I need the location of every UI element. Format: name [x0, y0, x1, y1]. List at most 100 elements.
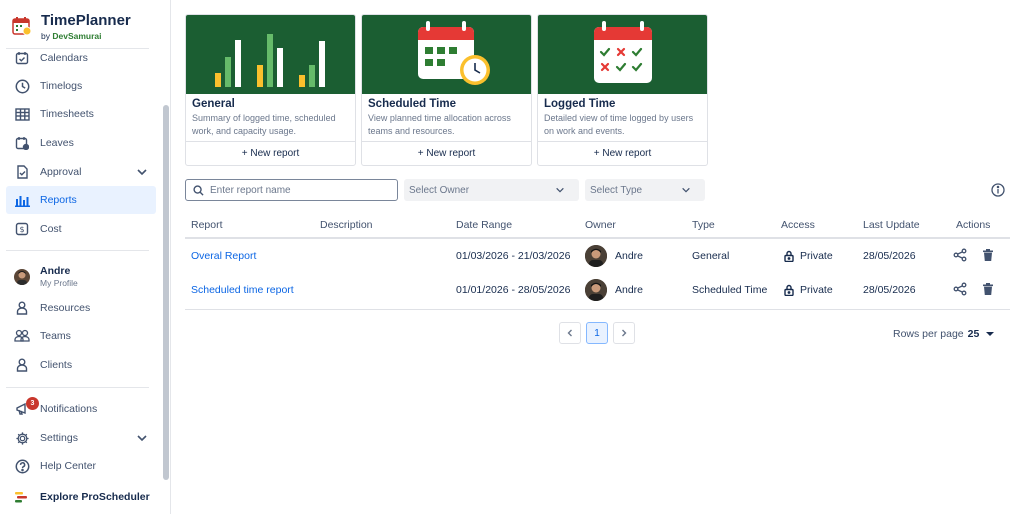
- sidebar-item-leaves[interactable]: Leaves: [6, 129, 156, 157]
- info-icon[interactable]: [991, 183, 1005, 197]
- team-icon: [14, 328, 30, 344]
- notification-count-badge: 3: [26, 397, 39, 410]
- card-description: Detailed view of time logged by users on…: [544, 113, 694, 136]
- lock-icon: [784, 284, 794, 296]
- trash-icon[interactable]: [981, 282, 995, 296]
- sidebar-item-label: Approval: [40, 166, 82, 178]
- sidebar-item-label: Resources: [40, 302, 91, 314]
- calendar-check-icon: [14, 50, 30, 66]
- search-input[interactable]: [210, 184, 390, 196]
- share-icon[interactable]: [953, 282, 967, 296]
- column-header-type[interactable]: Type: [692, 219, 715, 231]
- column-header-date-range[interactable]: Date Range: [456, 219, 512, 231]
- sidebar-item-label: Notifications: [40, 403, 98, 415]
- trash-icon[interactable]: [981, 248, 995, 262]
- person-icon: [14, 300, 30, 316]
- chevron-down-icon: [556, 187, 564, 193]
- report-card-general: General Summary of logged time, schedule…: [185, 14, 356, 166]
- rows-per-page-label: Rows per page: [893, 328, 964, 340]
- sidebar-divider: [6, 250, 149, 251]
- avatar: [14, 269, 30, 285]
- column-header-report[interactable]: Report: [191, 219, 223, 231]
- sidebar: TimePlanner by DevSamurai Calendars Time…: [0, 0, 171, 514]
- sidebar-item-profile[interactable]: Andre My Profile: [6, 262, 156, 292]
- general-illustration: [186, 15, 355, 94]
- sidebar-item-cost[interactable]: $ Cost: [6, 215, 156, 243]
- previous-page-button[interactable]: [559, 322, 581, 344]
- avatar: [585, 279, 607, 301]
- sidebar-item-reports[interactable]: Reports: [6, 186, 156, 214]
- chevron-down-icon[interactable]: [136, 166, 148, 178]
- sidebar-item-label: Teams: [40, 330, 71, 342]
- search-icon: [193, 184, 204, 196]
- last-update: 28/05/2026: [863, 250, 916, 262]
- card-title: Logged Time: [544, 98, 616, 110]
- profile-name: Andre: [40, 265, 71, 277]
- report-type: Scheduled Time: [692, 284, 768, 296]
- new-report-button[interactable]: + New report: [186, 141, 355, 165]
- report-name-link[interactable]: Scheduled time report: [191, 284, 294, 296]
- sidebar-item-help-center[interactable]: Help Center: [6, 452, 156, 480]
- column-header-owner[interactable]: Owner: [585, 219, 616, 231]
- owner-name: Andre: [615, 250, 644, 262]
- share-icon[interactable]: [953, 248, 967, 262]
- card-description: View planned time allocation across team…: [368, 113, 511, 136]
- sidebar-item-label: Settings: [40, 432, 78, 444]
- search-box[interactable]: [185, 179, 398, 201]
- sidebar-item-label: Reports: [40, 194, 77, 206]
- table-bottom-divider: [185, 309, 1010, 310]
- access-level: Private: [800, 250, 833, 262]
- sidebar-item-label: Clients: [40, 359, 73, 371]
- report-date-range: 01/03/2026 - 21/03/2026: [456, 250, 571, 262]
- column-header-actions: Actions: [956, 219, 991, 231]
- owner-select-placeholder: Select Owner: [409, 184, 470, 196]
- sidebar-item-calendars[interactable]: Calendars: [6, 44, 156, 72]
- access-level: Private: [800, 284, 833, 296]
- sidebar-item-timelogs[interactable]: Timelogs: [6, 72, 156, 100]
- page-button-current[interactable]: 1: [586, 322, 608, 344]
- caret-down-icon: [986, 332, 995, 336]
- sidebar-item-label: Cost: [40, 223, 62, 235]
- sidebar-scrollbar[interactable]: [163, 105, 169, 480]
- report-card-logged-time: Logged Time Detailed view of time logged…: [537, 14, 708, 166]
- brand-title: TimePlanner: [41, 12, 131, 29]
- new-report-button[interactable]: + New report: [538, 141, 707, 165]
- logged-illustration: [538, 15, 707, 94]
- sidebar-item-settings[interactable]: Settings: [6, 424, 156, 452]
- report-name-link[interactable]: Overal Report: [191, 250, 256, 262]
- calendar-checks-illustration-icon: [594, 21, 652, 83]
- next-page-button[interactable]: [613, 322, 635, 344]
- type-select[interactable]: Select Type: [585, 179, 705, 201]
- column-header-access[interactable]: Access: [781, 219, 815, 231]
- card-title: General: [192, 98, 235, 110]
- last-update: 28/05/2026: [863, 284, 916, 296]
- report-card-scheduled-time: Scheduled Time View planned time allocat…: [361, 14, 532, 166]
- sidebar-item-label: Calendars: [40, 52, 88, 64]
- help-icon: [14, 458, 30, 474]
- chevron-down-icon[interactable]: [136, 432, 148, 444]
- sidebar-item-timesheets[interactable]: Timesheets: [6, 100, 156, 128]
- brand[interactable]: TimePlanner by DevSamurai: [12, 12, 131, 41]
- bar-chart-illustration-icon: [215, 34, 325, 87]
- sidebar-item-resources[interactable]: Resources: [6, 294, 156, 322]
- client-icon: [14, 357, 30, 373]
- new-report-button[interactable]: + New report: [362, 141, 531, 165]
- rows-per-page[interactable]: Rows per page 25: [893, 328, 995, 340]
- svg-text:$: $: [19, 225, 24, 234]
- sidebar-item-explore-proscheduler[interactable]: Explore ProScheduler: [6, 483, 156, 511]
- profile-subtitle: My Profile: [40, 278, 78, 288]
- bar-chart-icon: [14, 192, 30, 208]
- sidebar-divider: [6, 387, 149, 388]
- sidebar-item-clients[interactable]: Clients: [6, 351, 156, 379]
- column-header-description[interactable]: Description: [320, 219, 373, 231]
- sidebar-item-label: Timesheets: [40, 108, 94, 120]
- card-title: Scheduled Time: [368, 98, 456, 110]
- table-header-divider: [185, 237, 1010, 239]
- type-select-placeholder: Select Type: [590, 184, 643, 196]
- timeplanner-logo-icon: [12, 17, 32, 36]
- sidebar-item-teams[interactable]: Teams: [6, 322, 156, 350]
- column-header-last-update[interactable]: Last Update: [863, 219, 920, 231]
- calendar-clock-illustration-icon: [418, 21, 490, 85]
- owner-select[interactable]: Select Owner: [404, 179, 579, 201]
- sidebar-item-approval[interactable]: Approval: [6, 158, 156, 186]
